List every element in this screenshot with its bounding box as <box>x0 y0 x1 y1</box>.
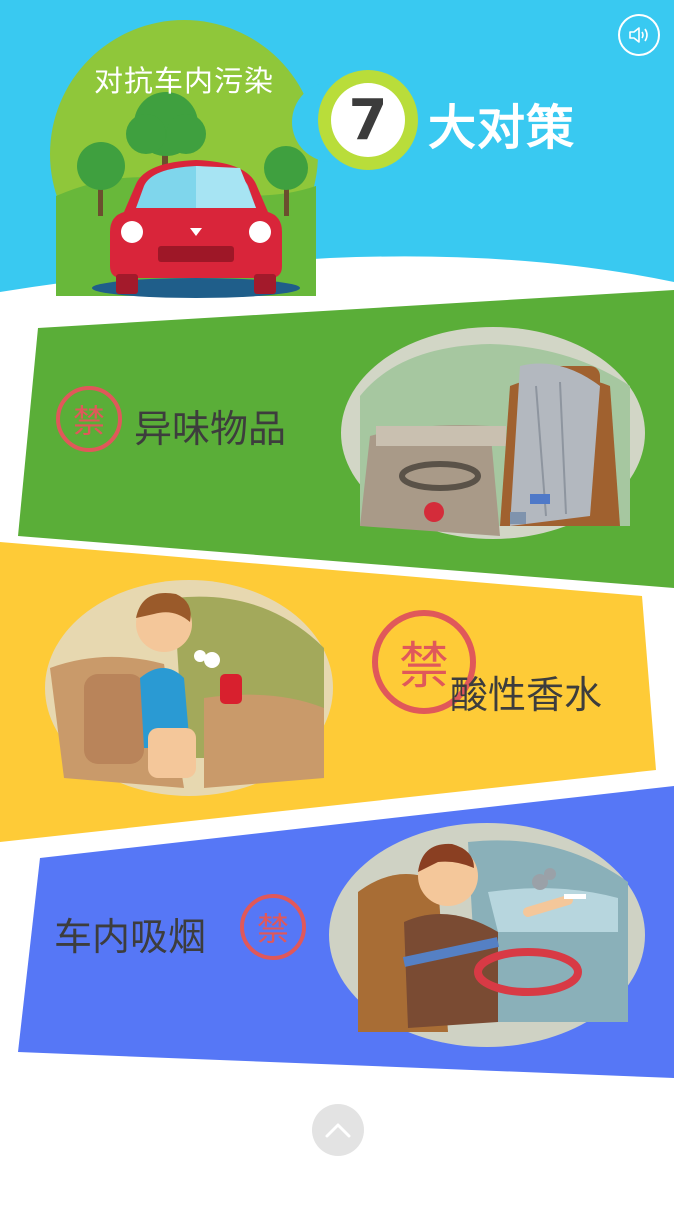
ban-badge-text: 禁 <box>399 637 449 695</box>
smoking-illustration <box>329 823 645 1047</box>
scroll-up-button[interactable] <box>312 1104 364 1156</box>
number-value: 7 <box>331 83 405 157</box>
perfume-illustration <box>45 580 333 796</box>
ban-badge: 禁 <box>56 386 122 452</box>
number-badge: 7 <box>318 70 418 170</box>
speaker-icon <box>629 27 648 43</box>
page-title: 大对策 <box>428 100 576 156</box>
section-label-odor: 异味物品 <box>134 407 287 451</box>
section-label-smoking: 车内吸烟 <box>54 915 207 959</box>
chevron-up-icon <box>325 1123 351 1138</box>
header-subtitle: 对抗车内污染 <box>94 64 275 98</box>
car-interior-illustration <box>341 327 645 539</box>
ban-badge-text: 禁 <box>72 402 105 440</box>
section-label-perfume: 酸性香水 <box>450 673 603 717</box>
sound-button[interactable] <box>618 14 660 56</box>
ban-badge: 禁 <box>240 894 306 960</box>
ban-badge-text: 禁 <box>256 910 289 948</box>
